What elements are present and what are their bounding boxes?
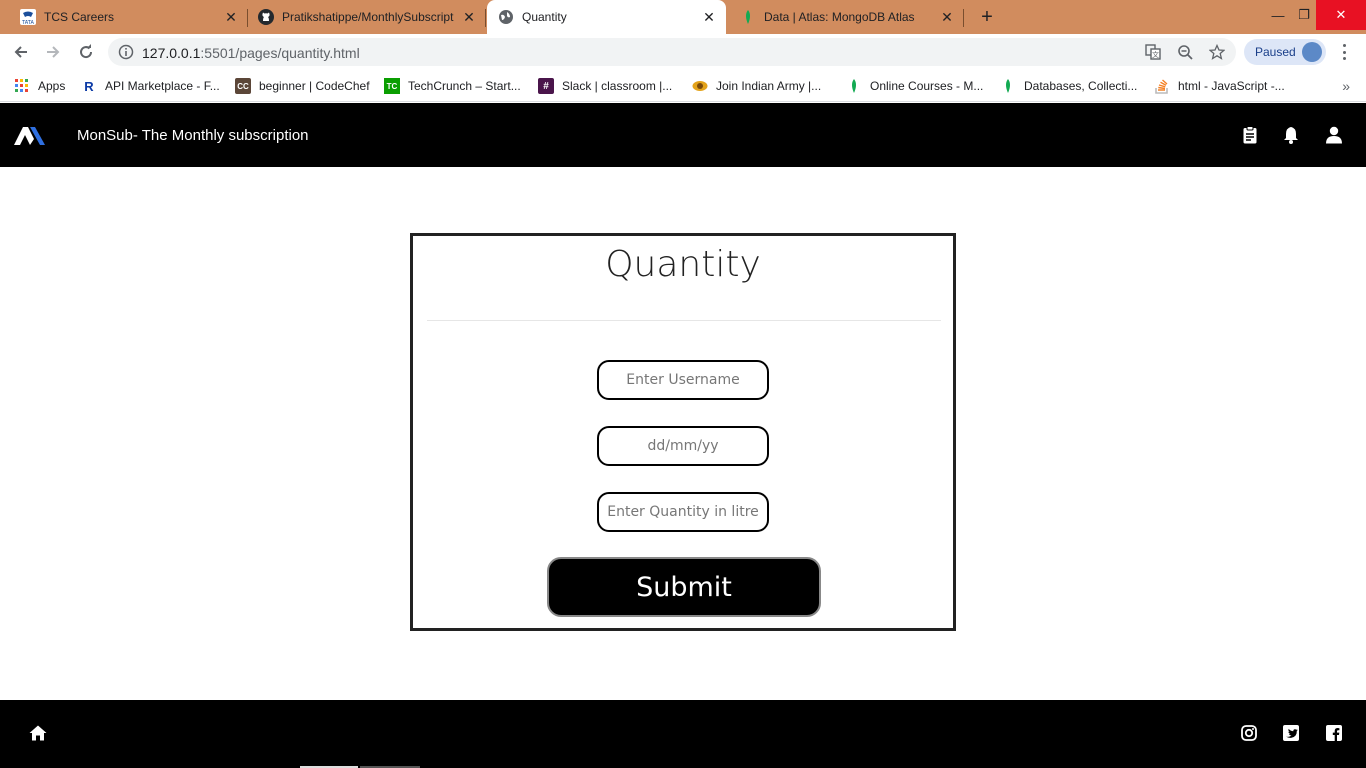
indian-army-icon [692, 78, 708, 94]
username-input[interactable] [597, 360, 769, 400]
reload-button[interactable] [74, 40, 98, 64]
quantity-form-card: Quantity Submit [410, 233, 956, 631]
profile-avatar [1302, 42, 1322, 62]
facebook-icon[interactable] [1325, 724, 1343, 742]
back-arrow-icon [14, 46, 27, 58]
slack-icon: # [538, 78, 554, 94]
bookmark-codechef[interactable]: CC beginner | CodeChef [235, 77, 370, 95]
bookmark-apps[interactable]: Apps [14, 77, 65, 95]
bookmark-label: Slack | classroom |... [562, 79, 673, 93]
tab-title: Data | Atlas: MongoDB Atlas [764, 10, 915, 24]
brand-title[interactable]: MonSub- The Monthly subscription [77, 127, 309, 144]
bookmark-label: Databases, Collecti... [1024, 79, 1138, 93]
profile-status: Paused [1255, 45, 1296, 59]
url-host: 127.0.0.1 [142, 45, 201, 61]
bookmark-indian-army[interactable]: Join Indian Army |... [692, 77, 821, 95]
tata-icon: TATA [20, 9, 36, 25]
profile-paused-button[interactable]: Paused [1244, 39, 1326, 65]
reload-icon [80, 44, 93, 59]
translate-icon[interactable]: 文 [1144, 43, 1162, 61]
close-tab-icon[interactable]: ✕ [940, 10, 954, 24]
mongodb-leaf-icon [1000, 78, 1016, 94]
bookmark-label: beginner | CodeChef [259, 79, 370, 93]
browser-toolbar: 127.0.0.1:5501/pages/quantity.html 文 Pau… [0, 34, 1366, 70]
rapidapi-icon: R [84, 78, 94, 94]
bookmark-techcrunch[interactable]: TC TechCrunch – Start... [384, 77, 521, 95]
bookmark-label: TechCrunch – Start... [408, 79, 521, 93]
quantity-input[interactable] [597, 492, 769, 532]
address-bar[interactable]: 127.0.0.1:5501/pages/quantity.html 文 [108, 38, 1236, 66]
forward-button[interactable] [41, 40, 65, 64]
tab-mongodb-atlas[interactable]: Data | Atlas: MongoDB Atlas ✕ [726, 0, 964, 34]
date-input[interactable] [597, 426, 769, 466]
bookmark-online-courses[interactable]: Online Courses - M... [846, 77, 983, 95]
mongodb-leaf-icon [846, 78, 862, 94]
bell-icon[interactable] [1281, 125, 1301, 145]
more-bookmarks-icon[interactable]: » [1342, 78, 1350, 94]
divider [427, 320, 941, 321]
bookmark-api-marketplace[interactable]: R API Marketplace - F... [81, 77, 220, 95]
browser-menu-icon[interactable] [1336, 42, 1352, 62]
bookmark-label: API Marketplace - F... [105, 79, 220, 93]
bookmark-stackoverflow[interactable]: html - JavaScript -... [1154, 77, 1285, 95]
tab-title: TCS Careers [44, 10, 115, 24]
tab-github[interactable]: Pratikshatippe/MonthlySubscript ✕ [248, 0, 486, 34]
instagram-icon[interactable] [1240, 724, 1258, 742]
app-header: MonSub- The Monthly subscription [0, 103, 1366, 167]
url-text: 127.0.0.1:5501/pages/quantity.html [142, 45, 360, 61]
back-button[interactable] [9, 40, 33, 64]
bookmarks-bar: Apps R API Marketplace - F... CC beginne… [0, 70, 1366, 102]
apps-grid-icon [14, 78, 30, 94]
tab-title: Pratikshatippe/MonthlySubscript [282, 10, 454, 24]
zoom-icon[interactable] [1176, 43, 1194, 61]
url-path: :5501/pages/quantity.html [200, 45, 360, 61]
clipboard-icon[interactable] [1240, 125, 1260, 145]
stackoverflow-icon [1154, 78, 1170, 94]
new-tab-button[interactable]: + [976, 6, 998, 28]
submit-button[interactable]: Submit [547, 557, 821, 617]
codechef-icon: CC [235, 78, 251, 94]
svg-text:文: 文 [1152, 50, 1159, 59]
bookmark-star-icon[interactable] [1208, 43, 1226, 61]
bookmark-label: html - JavaScript -... [1178, 79, 1285, 93]
close-tab-icon[interactable]: ✕ [224, 10, 238, 24]
bookmark-label: Apps [38, 79, 66, 93]
info-icon[interactable] [118, 44, 134, 65]
tab-title: Quantity [522, 10, 567, 24]
user-icon[interactable] [1324, 125, 1344, 145]
bookmark-label: Online Courses - M... [870, 79, 984, 93]
form-title: Quantity [605, 244, 761, 285]
bookmark-databases[interactable]: Databases, Collecti... [1000, 77, 1137, 95]
bookmark-slack[interactable]: # Slack | classroom |... [538, 77, 672, 95]
close-tab-icon[interactable]: ✕ [462, 10, 476, 24]
tab-strip: TATA TCS Careers ✕ Pratikshatippe/Monthl… [0, 0, 1366, 34]
globe-icon [498, 9, 514, 25]
mongodb-leaf-icon [740, 9, 756, 25]
github-icon [258, 9, 274, 25]
app-footer [0, 700, 1366, 768]
forward-arrow-icon [47, 46, 60, 58]
svg-text:TATA: TATA [21, 20, 34, 25]
techcrunch-icon: TC [384, 78, 400, 94]
tab-quantity[interactable]: Quantity ✕ [487, 0, 726, 34]
bookmark-label: Join Indian Army |... [716, 79, 822, 93]
close-window-button[interactable]: ✕ [1316, 0, 1366, 30]
tab-tcs-careers[interactable]: TATA TCS Careers ✕ [0, 0, 248, 34]
twitter-icon[interactable] [1282, 724, 1300, 742]
monsub-logo[interactable] [14, 127, 46, 145]
home-icon[interactable] [29, 724, 47, 742]
close-tab-icon[interactable]: ✕ [702, 10, 716, 24]
